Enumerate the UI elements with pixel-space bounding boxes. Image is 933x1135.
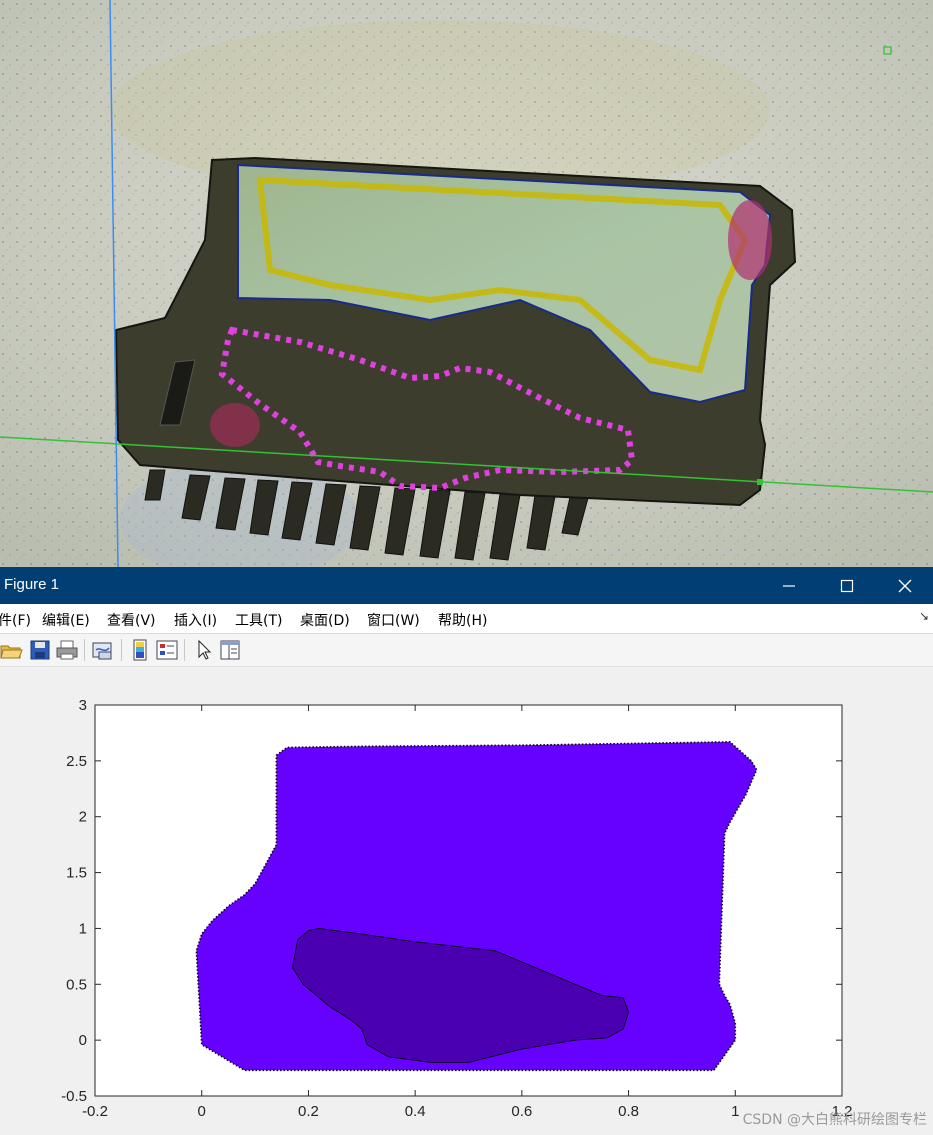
menu-insert[interactable]: 插入(I)	[174, 610, 217, 630]
legend-icon	[156, 640, 178, 660]
colorbar-icon	[133, 639, 147, 661]
property-editor-button[interactable]	[218, 638, 242, 662]
close-button[interactable]	[876, 567, 933, 604]
processed-image-view	[0, 0, 933, 567]
menu-tools[interactable]: 工具(T)	[235, 610, 282, 630]
save-button[interactable]	[28, 638, 52, 662]
y-tick-label: 0	[79, 1032, 87, 1049]
y-tick-label: -0.5	[61, 1088, 87, 1105]
plot-axes[interactable]: -0.2 0 0.2 0.4 0.6 0.8 1 1.2-0.500.511.522.53	[0, 667, 933, 1135]
menu-bar: 件(F) 编辑(E) 查看(V) 插入(I) 工具(T) 桌面(D) 窗口(W)…	[0, 604, 933, 634]
dock-arrow-icon[interactable]: ↘	[919, 609, 929, 623]
print-button[interactable]	[55, 638, 79, 662]
watermark: CSDN @大白熊科研绘图专栏	[742, 1112, 927, 1128]
y-tick-label: 2.5	[66, 753, 87, 770]
colorbar-button[interactable]	[128, 638, 152, 662]
link-plot-icon	[92, 642, 112, 660]
y-tick-label: 1.5	[66, 865, 87, 882]
minimize-button[interactable]	[760, 567, 818, 604]
close-icon	[898, 579, 912, 592]
open-file-button[interactable]	[0, 638, 24, 662]
toolbar-separator	[121, 639, 122, 661]
menu-file[interactable]: 件(F)	[0, 610, 31, 630]
pointer-icon	[198, 639, 212, 660]
menu-window[interactable]: 窗口(W)	[367, 610, 420, 630]
toolbar-separator	[184, 639, 185, 661]
menu-edit[interactable]: 编辑(E)	[42, 610, 90, 630]
menu-help[interactable]: 帮助(H)	[438, 610, 487, 630]
x-tick-label: 0.2	[298, 1103, 319, 1120]
x-tick-label: 0.4	[405, 1103, 426, 1120]
x-tick-label: 0.6	[511, 1103, 532, 1120]
figure-title-bar: Figure 1	[0, 567, 933, 604]
menu-desktop[interactable]: 桌面(D)	[300, 610, 350, 630]
x-tick-label: 1	[731, 1103, 739, 1120]
x-tick-label: -0.2	[82, 1103, 108, 1120]
link-plot-button[interactable]	[91, 638, 115, 662]
minimize-icon	[783, 584, 795, 587]
y-tick-label: 1	[79, 920, 87, 937]
y-tick-label: 3	[79, 697, 87, 714]
toolbar-separator	[84, 639, 85, 661]
property-editor-icon	[220, 640, 240, 660]
legend-button[interactable]	[155, 638, 179, 662]
figure-toolbar	[0, 634, 933, 667]
y-tick-label: 2	[79, 809, 87, 826]
maximize-button[interactable]	[818, 567, 876, 604]
heatsink-image	[0, 0, 933, 567]
save-icon	[30, 640, 50, 660]
x-tick-label: 0.8	[618, 1103, 639, 1120]
x-tick-label: 0	[198, 1103, 206, 1120]
print-icon	[56, 640, 78, 660]
maximize-icon	[840, 579, 854, 592]
plot-shapes	[195, 741, 758, 1072]
pointer-button[interactable]	[192, 638, 216, 662]
figure-canvas: -0.2 0 0.2 0.4 0.6 0.8 1 1.2 -0.5 0 0.5 1 1.5 2 2.5 3 C…	[0, 667, 933, 1135]
y-tick-label: 0.5	[66, 976, 87, 993]
window-title: Figure 1	[4, 576, 60, 593]
menu-view[interactable]: 查看(V)	[107, 610, 156, 630]
open-file-icon	[0, 645, 23, 659]
